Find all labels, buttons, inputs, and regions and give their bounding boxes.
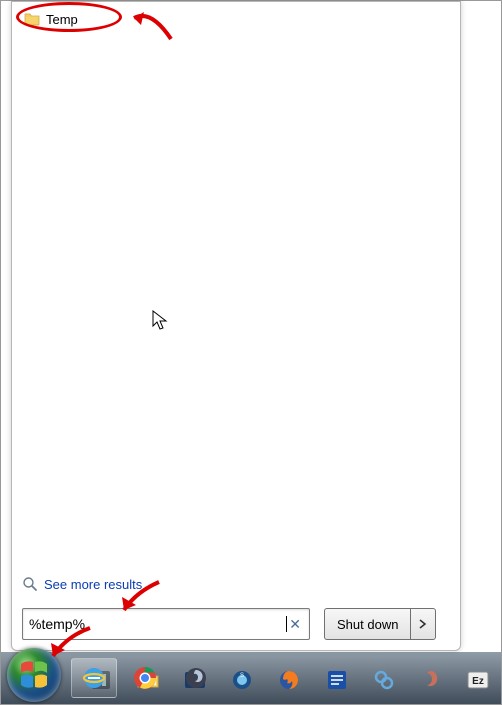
taskbar-item-ez[interactable]: Ez [456, 660, 501, 700]
search-row: ✕ Shut down [22, 608, 436, 640]
start-button[interactable] [7, 648, 61, 702]
svg-text:Ez: Ez [473, 676, 485, 687]
see-more-results-label: See more results [44, 577, 142, 592]
shutdown-group: Shut down [324, 608, 436, 640]
search-result-temp[interactable]: Temp [20, 10, 82, 28]
cursor-icon [152, 310, 170, 332]
chevron-right-icon [419, 619, 427, 629]
search-box[interactable]: ✕ [22, 608, 310, 640]
shutdown-button[interactable]: Shut down [324, 608, 410, 640]
svg-text:S: S [240, 673, 244, 679]
shutdown-options-button[interactable] [410, 608, 436, 640]
magnifier-icon [22, 576, 38, 592]
taskbar-item-blue[interactable] [314, 660, 359, 700]
shutdown-label: Shut down [337, 617, 398, 632]
search-result-label: Temp [46, 12, 78, 27]
taskbar-item-firefox[interactable] [267, 660, 312, 700]
taskbar-item-ie[interactable] [71, 658, 117, 698]
start-menu-panel: Temp See more results ✕ Shut down [11, 1, 461, 651]
taskbar-item-dark[interactable] [409, 660, 454, 700]
taskbar-item-link[interactable] [361, 660, 406, 700]
folder-icon [24, 11, 40, 27]
taskbar-item-orb[interactable]: S [220, 660, 265, 700]
search-input[interactable] [29, 616, 287, 632]
annotation-arrow-result [126, 4, 176, 44]
taskbar-row-2 [71, 658, 219, 702]
see-more-results-link[interactable]: See more results [22, 576, 142, 592]
taskbar-item-swirl[interactable] [173, 658, 219, 698]
clear-icon[interactable]: ✕ [287, 616, 303, 633]
taskbar-item-chrome[interactable] [122, 658, 168, 698]
